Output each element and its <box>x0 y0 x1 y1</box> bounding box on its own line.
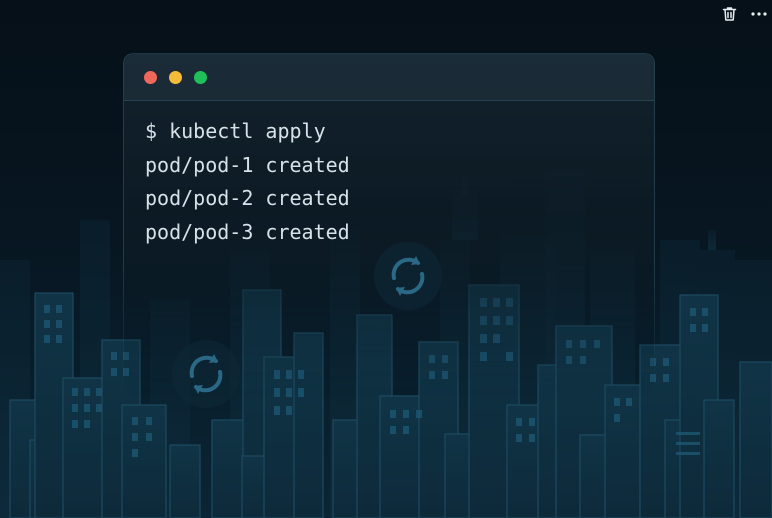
more-options-button[interactable] <box>750 5 768 23</box>
more-icon <box>751 12 767 16</box>
terminal-output-line: pod/pod-2 created <box>145 186 350 210</box>
terminal-command-line: $ kubectl apply <box>145 119 326 143</box>
sync-icon <box>374 242 442 310</box>
terminal-output: $ kubectl apply pod/pod-1 created pod/po… <box>124 101 654 249</box>
top-actions <box>720 5 768 23</box>
close-window-button[interactable] <box>144 70 157 84</box>
delete-button[interactable] <box>720 5 738 23</box>
trash-icon <box>722 7 736 21</box>
minimize-window-button[interactable] <box>169 70 182 84</box>
terminal-output-line: pod/pod-1 created <box>145 152 350 177</box>
terminal-titlebar <box>124 54 654 101</box>
sync-icon <box>172 340 240 408</box>
maximize-window-button[interactable] <box>194 70 207 84</box>
